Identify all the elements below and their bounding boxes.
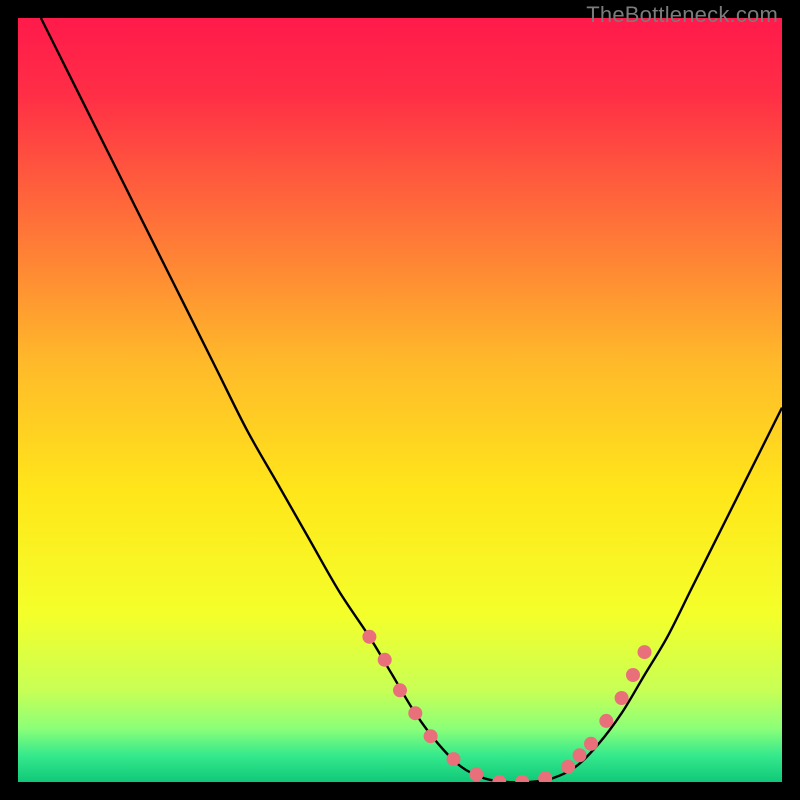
data-point-marker — [362, 630, 376, 644]
data-point-marker — [599, 714, 613, 728]
data-point-marker — [424, 729, 438, 743]
data-point-marker — [584, 737, 598, 751]
gradient-background — [18, 18, 782, 782]
data-point-marker — [573, 748, 587, 762]
data-point-marker — [378, 653, 392, 667]
data-point-marker — [615, 691, 629, 705]
data-point-marker — [561, 760, 575, 774]
data-point-marker — [408, 706, 422, 720]
data-point-marker — [638, 645, 652, 659]
data-point-marker — [626, 668, 640, 682]
watermark-text: TheBottleneck.com — [586, 2, 778, 28]
chart-svg — [18, 18, 782, 782]
data-point-marker — [393, 683, 407, 697]
data-point-marker — [469, 767, 483, 781]
chart-frame — [18, 18, 782, 782]
data-point-marker — [447, 752, 461, 766]
